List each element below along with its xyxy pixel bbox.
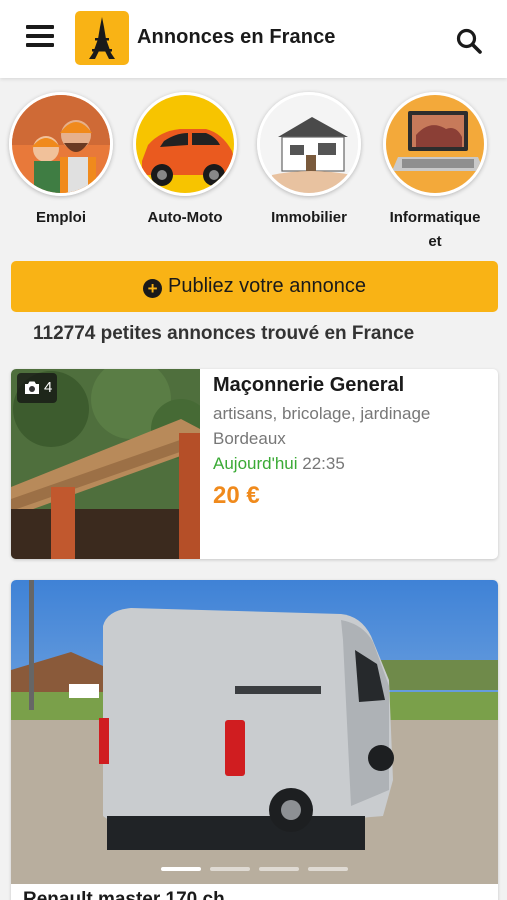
listing-title[interactable]: Renault master 170 ch <box>23 889 225 900</box>
carousel-dot[interactable] <box>161 867 201 871</box>
results-count: 112774 petites annonces trouvé en France <box>33 323 415 344</box>
site-title[interactable]: Annonces en France <box>137 26 336 49</box>
category-immobilier[interactable]: Immobilier <box>250 92 368 230</box>
publish-ad-label: Publiez votre annonce <box>168 275 366 297</box>
hamburger-menu-icon[interactable] <box>26 25 54 49</box>
category-auto-moto[interactable]: Auto-Moto <box>126 92 244 230</box>
listing-price: 20 € <box>213 482 260 509</box>
listing-card[interactable]: Renault master 170 ch <box>11 580 498 900</box>
carousel-dot[interactable] <box>308 867 348 871</box>
eiffel-tower-icon[interactable] <box>75 11 129 65</box>
workers-photo <box>9 92 113 196</box>
listing-thumbnail[interactable]: 4 <box>11 369 200 559</box>
photo-count: 4 <box>44 379 53 396</box>
category-label: Immobilier <box>271 209 347 226</box>
category-emploi[interactable]: Emploi <box>2 92 120 230</box>
listing-date-day: Aujourd'hui <box>213 454 298 473</box>
listing-date-time: 22:35 <box>302 454 345 473</box>
laptop-photo <box>383 92 487 196</box>
category-label: Informatique <box>389 209 481 226</box>
listing-photo-carousel[interactable] <box>11 580 498 884</box>
carousel-indicator <box>161 867 351 871</box>
listing-city: Bordeaux <box>213 429 286 448</box>
top-app-bar: Annonces en France <box>0 0 507 78</box>
category-label: Auto-Moto <box>147 209 223 226</box>
car-photo <box>133 92 237 196</box>
listing-title[interactable]: Maçonnerie General <box>213 374 404 397</box>
carousel-dot[interactable] <box>259 867 299 871</box>
listing-card[interactable]: 4 Maçonnerie General artisans, bricolage… <box>11 369 498 559</box>
search-icon[interactable] <box>455 27 483 55</box>
category-label-line2: et <box>428 233 442 250</box>
category-informatique[interactable]: Informatique et <box>376 92 494 254</box>
camera-icon <box>25 381 39 394</box>
house-photo <box>257 92 361 196</box>
carousel-dot[interactable] <box>210 867 250 871</box>
listing-category: artisans, bricolage, jardinage <box>213 404 431 423</box>
publish-ad-button[interactable]: + Publiez votre annonce <box>11 261 498 312</box>
plus-circle-icon: + <box>143 279 163 298</box>
photo-count-badge: 4 <box>17 373 57 403</box>
listing-date: Aujourd'hui 22:35 <box>213 454 345 474</box>
category-label: Emploi <box>35 209 86 226</box>
category-carousel: Emploi Auto-Moto Immobilier Informatique… <box>0 92 507 250</box>
